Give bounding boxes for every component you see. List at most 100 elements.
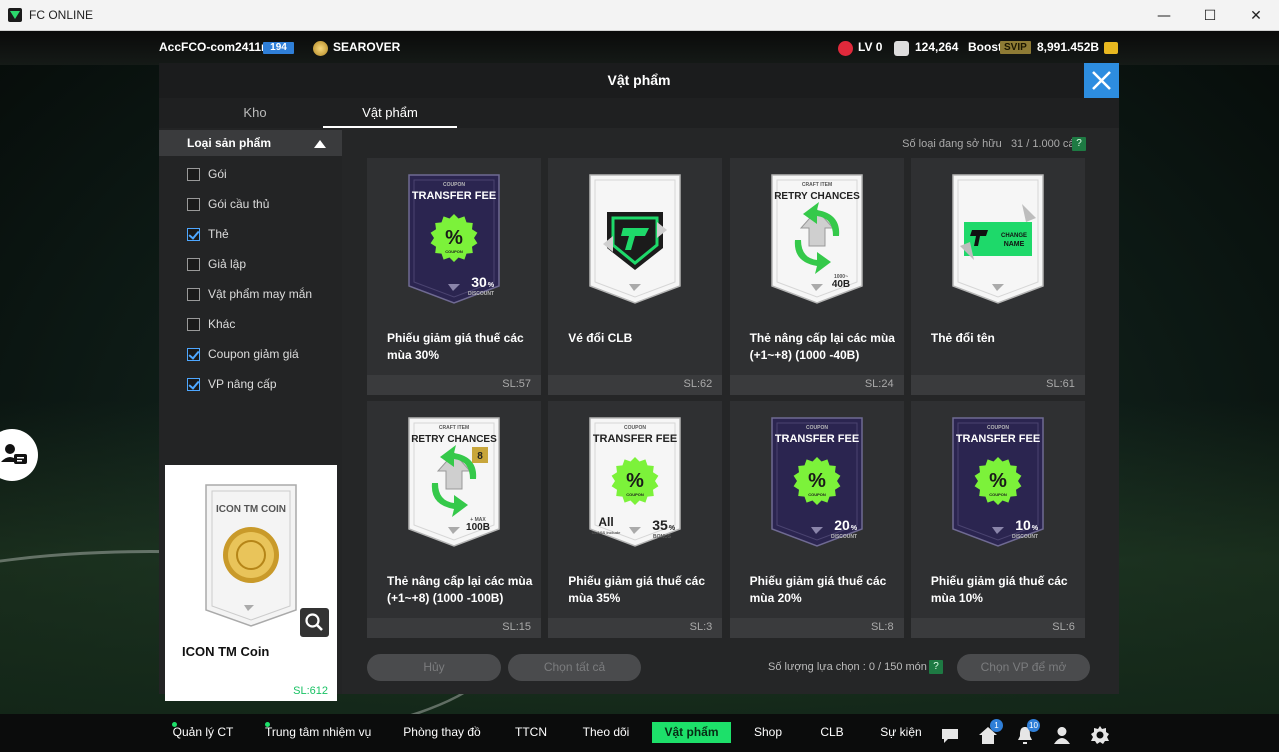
item-card[interactable]: COUPON TRANSFER FEE% COUPON 20% DISCOUNT Phiế… xyxy=(729,401,904,638)
filter-checkbox[interactable] xyxy=(187,167,200,181)
item-card[interactable]: COUPON TRANSFER FEE% COUPON 30% DISCOUNT Phiế… xyxy=(367,158,541,395)
name-tag-icon xyxy=(963,222,1032,256)
filter-checkbox[interactable] xyxy=(187,197,200,211)
filter-sidebar: Loại sản phẩm Gói Gói cầu thủ Thẻ Giả lập Vậ… xyxy=(159,128,342,701)
filter-checkbox[interactable] xyxy=(187,347,200,361)
notification-badge: 1 xyxy=(990,719,1003,732)
filter-item[interactable]: Gói cầu thủ xyxy=(187,194,269,214)
coupon-heading: TRANSFER FEE xyxy=(593,433,677,445)
notification-badge: 10 xyxy=(1027,719,1040,732)
retry-value: 40B xyxy=(831,279,849,290)
nav-item[interactable]: Theo dõi xyxy=(577,714,635,752)
percent-glyph: % xyxy=(989,470,1007,492)
filter-label: Thẻ xyxy=(208,227,229,241)
filter-item[interactable]: VP nâng cấp xyxy=(187,374,277,394)
friends-float-button[interactable] xyxy=(0,429,38,481)
item-card[interactable]: CRAFT ITEM RETRY CHANCES 100B + MAX 8 Thẻ nân… xyxy=(367,401,541,638)
team-name: SEAROVER xyxy=(333,40,401,54)
filter-item[interactable]: Gói xyxy=(187,164,227,184)
item-card-image: COUPON TRANSFER FEE% COUPON 30% DISCOUNT xyxy=(408,174,500,304)
maximize-button[interactable]: ☐ xyxy=(1187,0,1233,31)
account-level-badge: 194 xyxy=(263,42,294,54)
item-card[interactable]: CHANGE NAME Thẻ đổi tên SL:61 xyxy=(910,158,1085,395)
tab-kho[interactable]: Kho xyxy=(187,98,323,128)
item-card-name: Thẻ nâng cấp lại các mùa (+1~+8) (1000 -… xyxy=(387,574,533,605)
nav-item[interactable]: Vật phẩm xyxy=(652,722,731,743)
coupon-card-art: COUPONTRANSFER FEE%COUPON30 %DISCOUNT xyxy=(408,174,500,304)
filter-checkbox[interactable] xyxy=(187,287,200,301)
select-all-button[interactable]: Chọn tất cả xyxy=(508,654,641,681)
chat-icon[interactable] xyxy=(939,724,961,746)
filter-item[interactable]: Coupon giảm giá xyxy=(187,344,299,364)
filter-item[interactable]: Thẻ xyxy=(187,224,229,244)
coupon-sub-label: DISCOUNT xyxy=(468,291,494,297)
item-card-image: CHANGE NAME xyxy=(952,174,1044,304)
nav-item[interactable]: Trung tâm nhiệm vụ xyxy=(265,714,371,752)
item-card-quantity: SL:8 xyxy=(870,621,894,633)
rename-card-art: CHANGE NAME xyxy=(952,174,1044,304)
retry-sub-label: 1000~ xyxy=(834,274,848,280)
coupon-heading: TRANSFER FEE xyxy=(412,190,496,202)
filter-checkbox[interactable] xyxy=(187,227,200,241)
item-card-name: Vé đổi CLB xyxy=(568,331,633,345)
filter-item[interactable]: Khác xyxy=(187,314,235,334)
coupon-sub-label: DISCOUNT xyxy=(1012,534,1038,540)
item-card-name: Phiếu giảm giá thuế các mùa 10% xyxy=(930,574,1068,605)
coupon-value: 20 xyxy=(834,517,850,533)
filter-item[interactable]: Vật phẩm may mắn xyxy=(187,284,312,304)
coupon-heading: TRANSFER FEE xyxy=(774,433,858,445)
nav-item[interactable]: Sự kiện xyxy=(873,714,929,752)
item-card-image: CRAFT ITEM RETRY CHANCES 100B + MAX 8 xyxy=(408,417,500,547)
item-card-image: COUPON TRANSFER FEE% COUPON 10% DISCOUNT xyxy=(952,417,1044,547)
help-icon[interactable]: ? xyxy=(1072,137,1086,151)
coupon-top-label: COUPON xyxy=(806,425,828,431)
nav-item[interactable]: TTCN xyxy=(506,714,556,752)
item-card-footer: SL:62 xyxy=(548,375,723,395)
item-card-quantity: SL:24 xyxy=(864,378,894,390)
points-icon xyxy=(894,41,909,56)
nav-item[interactable]: Phòng thay đồ xyxy=(400,714,484,752)
coupon-extra: All xyxy=(599,515,614,529)
filter-checkbox[interactable] xyxy=(187,317,200,331)
percent-glyph: % xyxy=(626,470,644,492)
item-card[interactable]: COUPON TRANSFER FEE% COUPON 10% DISCOUNT Phiế… xyxy=(910,401,1085,638)
nav-item[interactable]: Shop xyxy=(745,714,791,752)
profile-icon[interactable] xyxy=(1051,724,1073,746)
rename-label-1: CHANGE xyxy=(1001,233,1027,239)
bp-value: 8,991.452B xyxy=(1037,40,1100,54)
coupon-extra-sub: CLASS Include xyxy=(592,530,621,535)
filter-item[interactable]: Giả lập xyxy=(187,254,246,274)
item-card-name: Thẻ nâng cấp lại các mùa (+1~+8) (1000 -… xyxy=(749,331,895,362)
cancel-button[interactable]: Hủy xyxy=(367,654,501,681)
selection-help-icon[interactable]: ? xyxy=(929,660,943,674)
item-card[interactable]: COUPON TRANSFER FEE% COUPON 35% BONUS All CLAS… xyxy=(548,401,723,638)
tab-vat-pham[interactable]: Vật phẩm xyxy=(323,98,457,128)
item-card-footer: SL:24 xyxy=(729,375,904,395)
dialog-tabs: Kho Vật phẩm xyxy=(159,98,1119,128)
close-dialog-button[interactable] xyxy=(1084,63,1119,98)
coupon-badge-word: COUPON xyxy=(627,492,645,497)
filter-header[interactable]: Loại sản phẩm xyxy=(159,130,342,156)
coupon-sub-label: BONUS xyxy=(653,534,672,540)
nav-item[interactable]: CLB xyxy=(810,714,854,752)
settings-icon[interactable] xyxy=(1089,724,1111,746)
owned-value: 31 / 1.000 cái xyxy=(1010,138,1077,150)
filter-checkbox[interactable] xyxy=(187,377,200,391)
item-card[interactable]: Vé đổi CLB SL:62 xyxy=(548,158,723,395)
coupon-unit: % xyxy=(488,282,495,289)
level-icon xyxy=(838,41,853,56)
items-dialog: Vật phẩm Kho Vật phẩm Loại sản phẩm Gói G… xyxy=(159,63,1119,701)
open-items-button[interactable]: Chọn VP để mở xyxy=(957,654,1090,681)
filter-checkbox[interactable] xyxy=(187,257,200,271)
percent-glyph: % xyxy=(808,470,826,492)
zoom-button[interactable] xyxy=(300,608,329,637)
selected-item-detail: ICON TM COIN ICON TM Coin SL:612 xyxy=(165,465,337,701)
coupon-sub-label: DISCOUNT xyxy=(831,534,857,540)
minimize-button[interactable]: — xyxy=(1141,0,1187,31)
item-card-quantity: SL:15 xyxy=(502,621,531,633)
nav-item[interactable]: Quản lý CT xyxy=(172,714,234,752)
filter-header-label: Loại sản phẩm xyxy=(187,136,272,150)
bottom-nav-bar: Quản lý CT Trung tâm nhiệm vụ Phòng thay đ… xyxy=(0,714,1279,752)
close-window-button[interactable]: ✕ xyxy=(1233,0,1279,31)
item-card[interactable]: CRAFT ITEM RETRY CHANCES 40B 1000~ Thẻ nâng … xyxy=(729,158,904,395)
